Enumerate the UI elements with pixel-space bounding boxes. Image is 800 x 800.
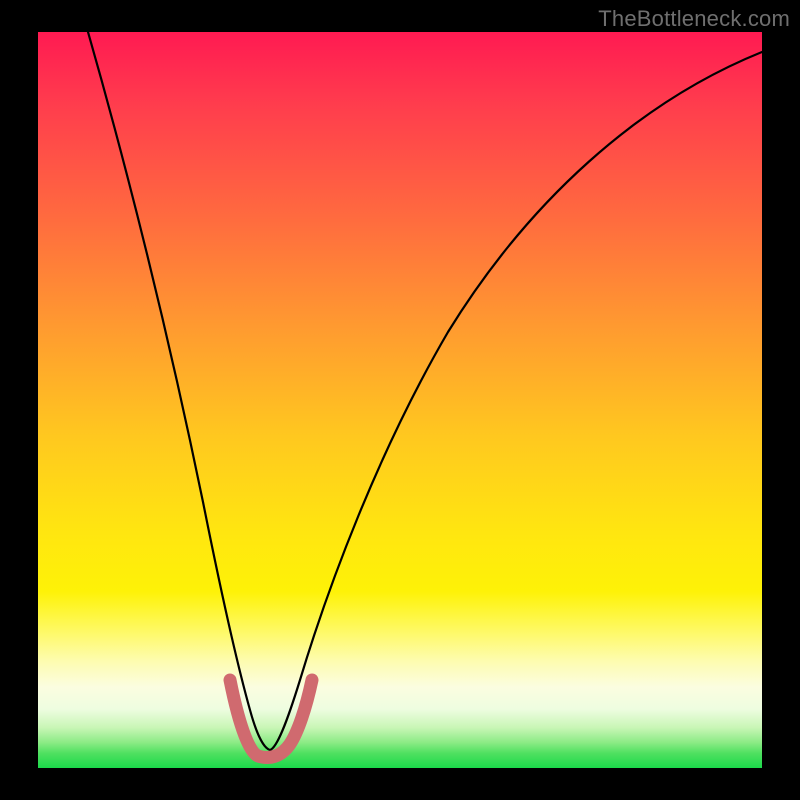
highlight-band (230, 680, 312, 758)
curve-layer (38, 32, 762, 768)
watermark-text: TheBottleneck.com (598, 6, 790, 32)
bottleneck-curve (88, 32, 762, 750)
chart-frame: TheBottleneck.com (0, 0, 800, 800)
plot-area (38, 32, 762, 768)
